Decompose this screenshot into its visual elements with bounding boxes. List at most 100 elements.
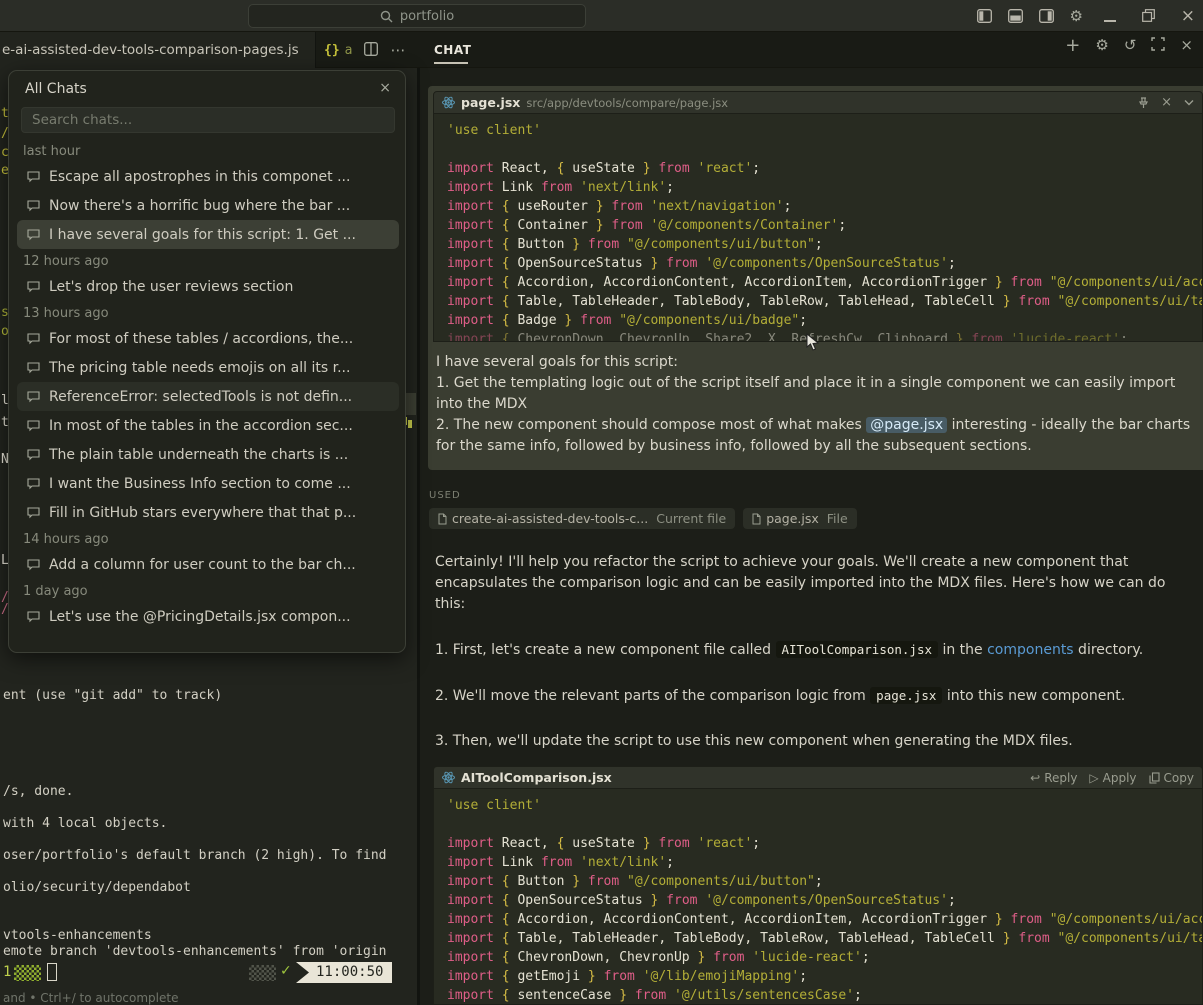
status-dither-gray (249, 965, 276, 981)
chat-group-label: 1 day ago (23, 584, 399, 599)
toggle-bottom-dock-icon[interactable] (1008, 9, 1023, 23)
components-link[interactable]: components (987, 642, 1074, 658)
code-block-filepath: src/app/devtools/compare/page.jsx (526, 96, 728, 110)
chat-bubble-icon (27, 559, 40, 571)
reply-button[interactable]: ↩Reply (1030, 771, 1077, 785)
context-chip-pagejsx[interactable]: page.jsx File (743, 508, 857, 529)
chat-bubble-icon (27, 391, 40, 403)
chats-search-input[interactable] (21, 107, 395, 133)
assistant-intro: Certainly! I'll help you refactor the sc… (435, 552, 1192, 615)
chat-item[interactable]: The pricing table needs emojis on all it… (17, 353, 399, 382)
context-chip-current-file[interactable]: create-ai-assisted-dev-tools-c... Curren… (429, 508, 735, 529)
file-icon (438, 513, 447, 525)
terminal-prompt-row: 1 ✓ 11:00:50 (0, 962, 417, 984)
chat-bubble-icon (27, 229, 40, 241)
chat-bubble-icon (27, 281, 40, 293)
prompt-job-number: 1 (3, 964, 11, 980)
chat-item[interactable]: In most of the tables in the accordion s… (17, 411, 399, 440)
app-window: portfolio ⚙ × e-ai-assisted-dev-tools-co… (0, 0, 1203, 1005)
chat-item[interactable]: Add a column for user count to the bar c… (17, 550, 399, 579)
chat-bubble-icon (27, 171, 40, 183)
inline-code: page.jsx (870, 687, 942, 704)
history-icon[interactable]: ↺ (1124, 38, 1137, 53)
search-icon (380, 10, 393, 23)
code-content: 'use client' import React, { useState } … (434, 114, 1202, 342)
chat-item[interactable]: Let's use the @PricingDetails.jsx compon… (17, 602, 399, 631)
close-chat-icon[interactable]: × (1180, 38, 1193, 53)
chat-group-label: 12 hours ago (23, 254, 399, 269)
settings-gear-icon[interactable]: ⚙ (1070, 9, 1083, 24)
scrollbar-search-tick (408, 420, 412, 428)
toggle-left-dock-icon[interactable] (977, 9, 992, 23)
chat-item[interactable]: Let's drop the user reviews section (17, 272, 399, 301)
close-window-button[interactable]: × (1181, 6, 1195, 26)
terminal-cursor (47, 963, 57, 981)
terminal-output: ent (use "git add" to track) /s, done. w… (3, 688, 413, 960)
chat-panel: page.jsx src/app/devtools/compare/page.j… (420, 68, 1203, 1005)
chat-item[interactable]: For most of these tables / accordions, t… (17, 324, 399, 353)
apply-icon: ▷ (1089, 771, 1098, 785)
mouse-cursor (806, 333, 819, 351)
chat-item[interactable]: Fill in GitHub stars everywhere that tha… (17, 498, 399, 527)
project-search[interactable]: portfolio (248, 4, 586, 28)
apply-button[interactable]: ▷Apply (1089, 771, 1136, 785)
clock-time: 11:00:50 (296, 962, 392, 983)
chat-bubble-icon (27, 362, 40, 374)
close-block-icon[interactable]: × (1161, 95, 1172, 110)
chat-group-label: last hour (23, 144, 399, 159)
chevron-down-icon[interactable] (1184, 99, 1194, 106)
tab-file-label: e-ai-assisted-dev-tools-comparison-pages… (2, 42, 299, 58)
reply-icon: ↩ (1030, 771, 1040, 785)
chat-bubble-icon (27, 449, 40, 461)
inline-code: AIToolComparison.jsx (776, 641, 939, 658)
used-context-row: USED create-ai-assisted-dev-tools-c... C… (429, 490, 1199, 529)
language-braces-icon: {} (324, 43, 340, 58)
code-block-header: page.jsx src/app/devtools/compare/page.j… (434, 92, 1202, 114)
tab-chat[interactable]: CHAT (434, 32, 471, 68)
chat-item[interactable]: I want the Business Info section to come… (17, 469, 399, 498)
tab-file[interactable]: e-ai-assisted-dev-tools-comparison-pages… (0, 32, 316, 68)
status-check-icon: ✓ (280, 963, 292, 979)
split-pane-icon[interactable] (364, 41, 378, 60)
chat-settings-gear-icon[interactable]: ⚙ (1095, 38, 1108, 53)
all-chats-popup: All Chats × last hour Escape all apostro… (8, 70, 406, 653)
editor-scrollbar-thumb[interactable] (406, 393, 416, 415)
code-block-aitoolcomparison: AIToolComparison.jsx ↩Reply ▷Apply Copy … (433, 766, 1203, 1005)
react-icon (442, 96, 455, 109)
new-chat-plus-icon[interactable]: + (1065, 37, 1080, 55)
chat-item-selected[interactable]: I have several goals for this script: 1.… (17, 220, 399, 249)
tabbar: e-ai-assisted-dev-tools-comparison-pages… (0, 32, 1203, 68)
chat-list: last hour Escape all apostrophes in this… (17, 139, 399, 631)
chat-bubble-icon (27, 507, 40, 519)
popup-close-icon[interactable]: × (379, 80, 391, 96)
chat-group-label: 13 hours ago (23, 306, 399, 321)
expand-icon[interactable] (1151, 36, 1165, 55)
chat-item[interactable]: Escape all apostrophes in this componet … (17, 162, 399, 191)
toggle-right-dock-icon[interactable] (1039, 9, 1054, 23)
react-icon (442, 771, 455, 784)
code-content: 'use client' import React, { useState } … (434, 789, 1202, 1005)
chat-bubble-icon (27, 420, 40, 432)
copy-button[interactable]: Copy (1149, 771, 1194, 785)
chat-item[interactable]: ReferenceError: selectedTools is not def… (17, 382, 399, 411)
chat-bubble-icon (27, 200, 40, 212)
file-mention-chip[interactable]: @page.jsx (866, 417, 947, 433)
code-block-filename: AIToolComparison.jsx (461, 770, 612, 785)
assistant-step2: 2. We'll move the relevant parts of the … (435, 685, 1192, 707)
chat-item[interactable]: The plain table underneath the charts is… (17, 440, 399, 469)
chat-item[interactable]: Now there's a horrific bug where the bar… (17, 191, 399, 220)
chat-bubble-icon (27, 333, 40, 345)
restore-button[interactable] (1142, 7, 1155, 26)
prompt-dither-green (14, 965, 41, 981)
chat-panel-toolbar: + ⚙ ↺ × (1065, 36, 1193, 55)
titlebar: portfolio ⚙ × (0, 0, 1203, 32)
user-message-text: I have several goals for this script: 1.… (436, 352, 1196, 457)
assistant-step3: 3. Then, we'll update the script to use … (435, 731, 1192, 752)
terminal-hint: and • Ctrl+/ to autocomplete (3, 991, 178, 1005)
code-block-filename: page.jsx (461, 95, 520, 110)
project-search-value: portfolio (400, 9, 454, 24)
assistant-message: Certainly! I'll help you refactor the sc… (435, 552, 1192, 796)
pin-icon[interactable] (1138, 97, 1149, 109)
minimize-button[interactable] (1104, 7, 1116, 26)
tab-overflow-menu[interactable]: ⋯ (390, 41, 406, 59)
